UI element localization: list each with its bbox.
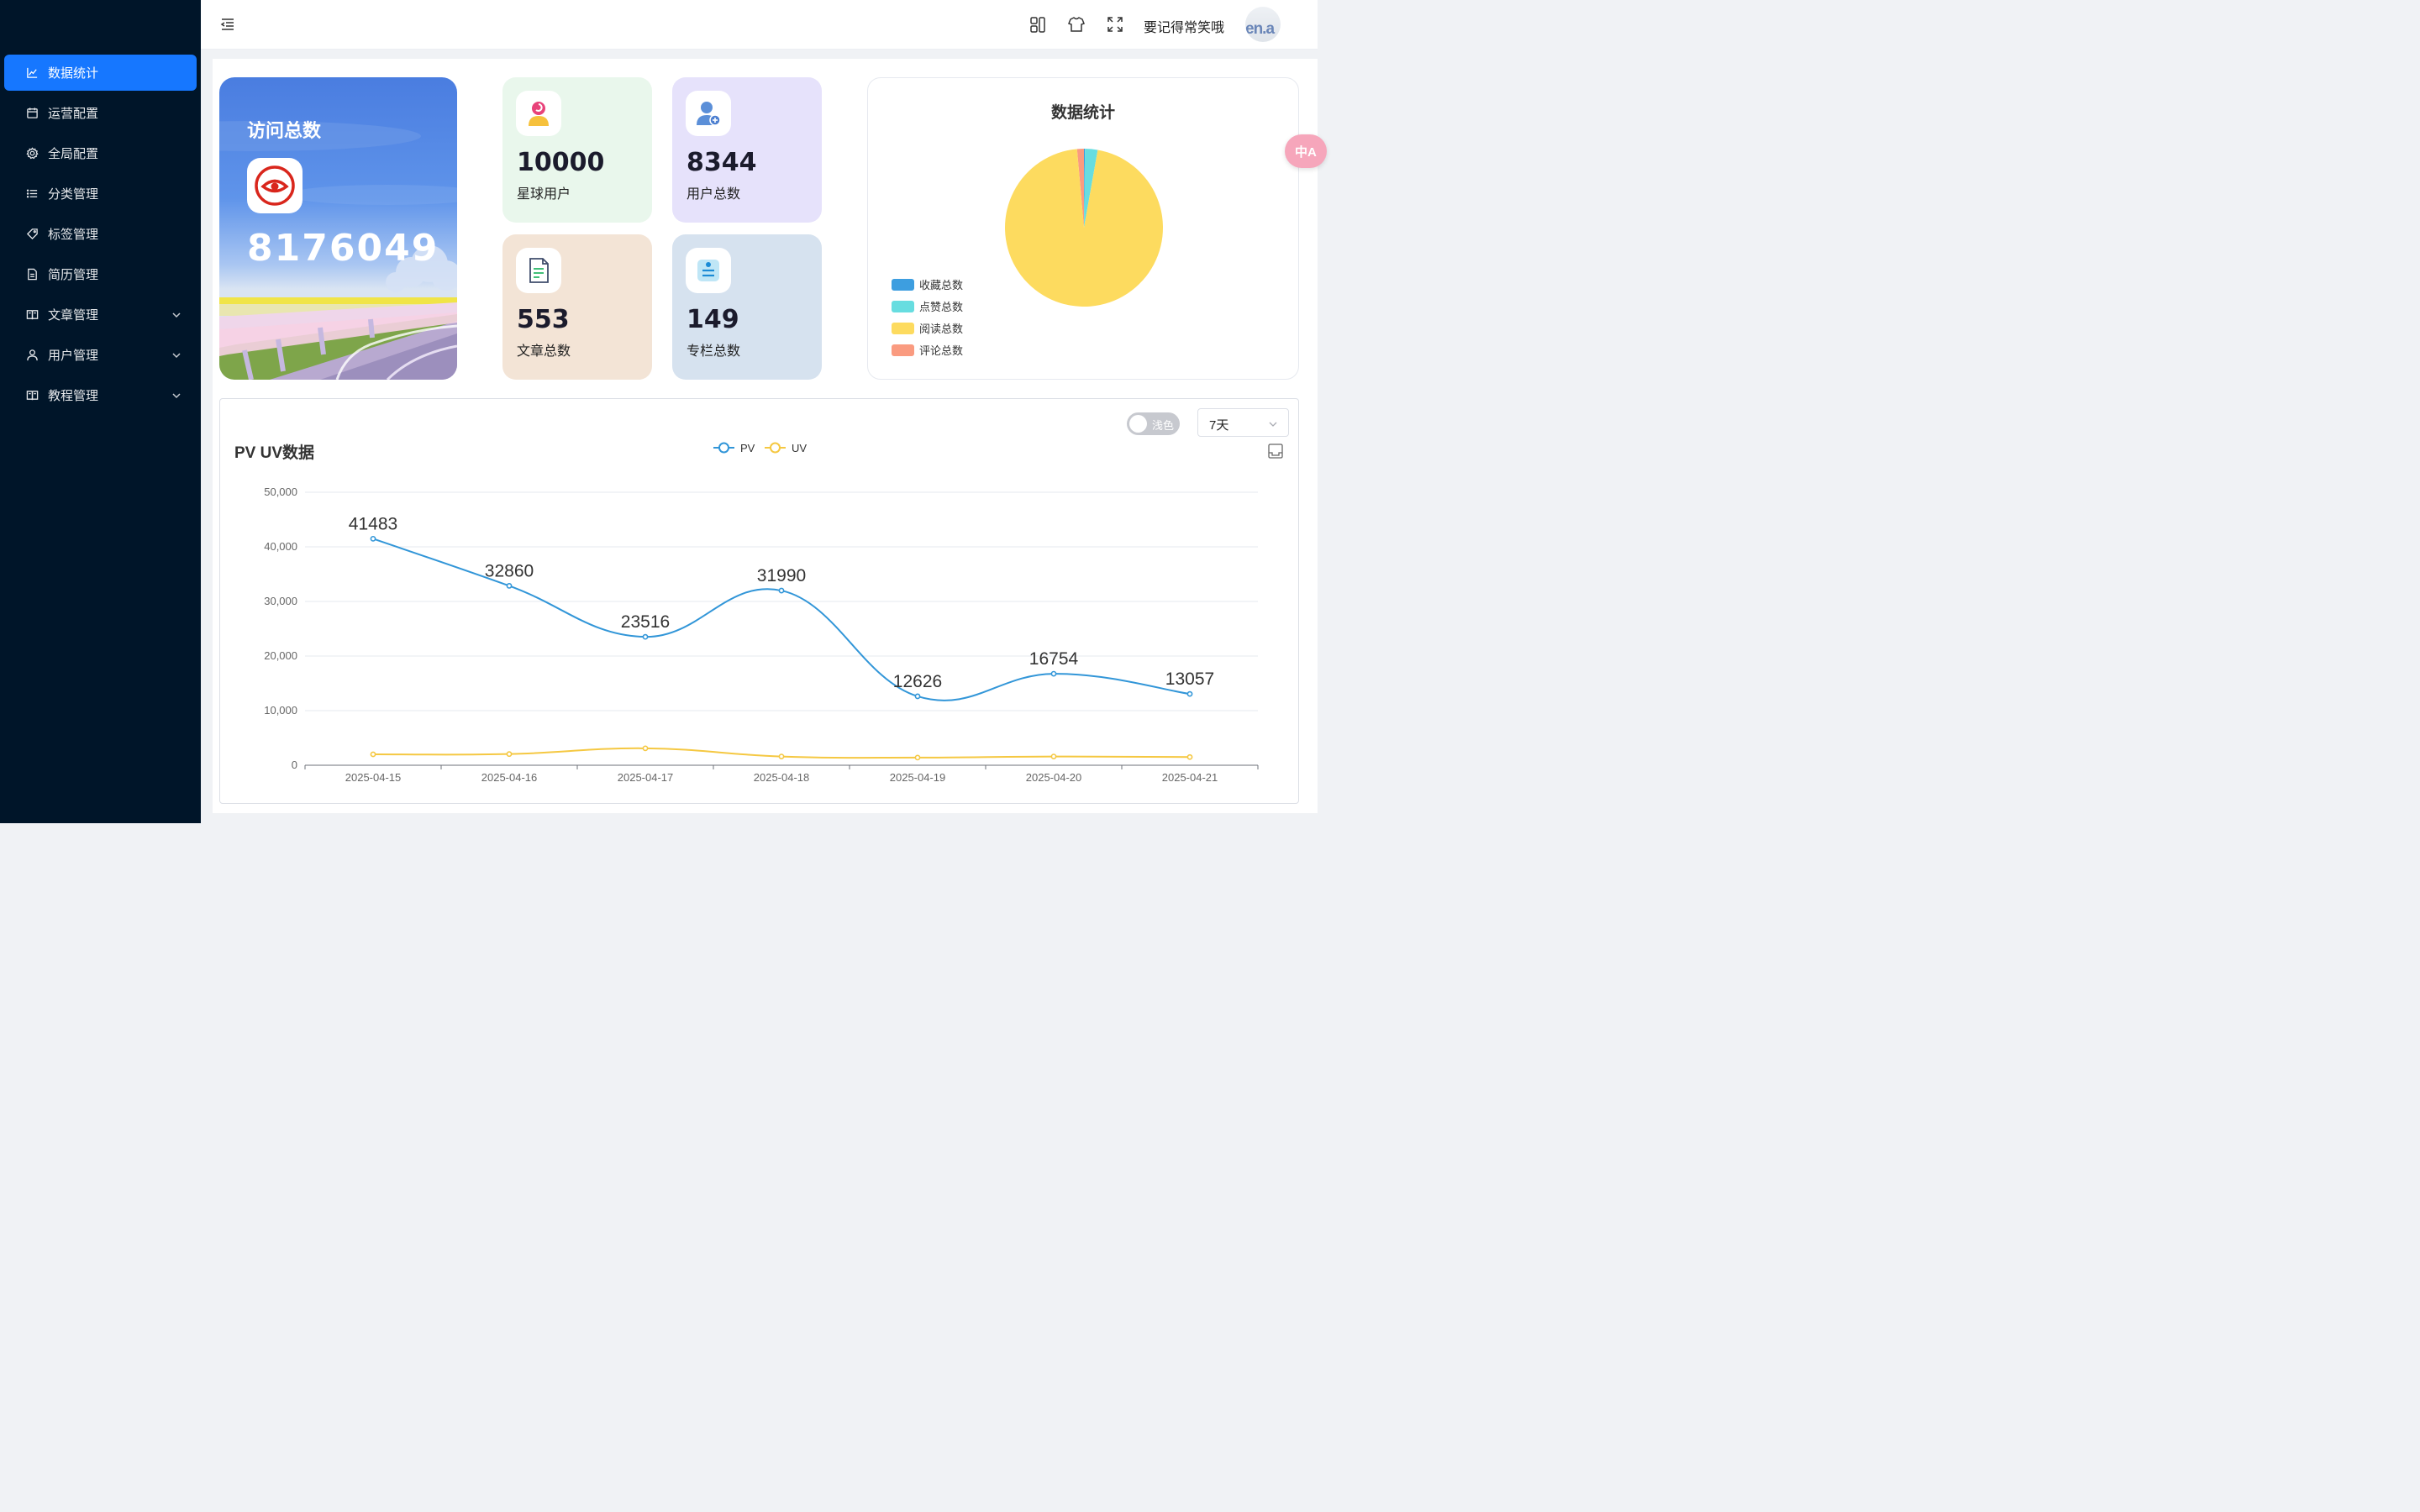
y-tick-label: 0 xyxy=(292,759,297,771)
x-tick-label: 2025-04-18 xyxy=(754,771,810,784)
data-point-UV[interactable] xyxy=(642,745,649,752)
legend-label-UV: UV xyxy=(792,442,807,454)
data-label-PV: 16754 xyxy=(1029,649,1079,669)
data-label-PV: 41483 xyxy=(349,514,397,533)
data-point-UV[interactable] xyxy=(1186,753,1193,760)
data-point-UV[interactable] xyxy=(914,754,921,761)
data-label-PV: 12626 xyxy=(893,672,942,691)
x-tick-label: 2025-04-15 xyxy=(345,771,402,784)
data-point-PV[interactable] xyxy=(370,535,376,542)
x-tick-label: 2025-04-21 xyxy=(1162,771,1218,784)
legend-label-PV: PV xyxy=(740,442,755,454)
y-tick-label: 30,000 xyxy=(264,595,297,607)
app-root: 数据统计 运营配置 全局配置 分类管理 标签管理 简历管理 文章管理 用户管理 教程管理 要记得… xyxy=(0,0,1327,823)
data-point-PV[interactable] xyxy=(506,583,513,589)
y-tick-label: 20,000 xyxy=(264,649,297,662)
data-point-PV[interactable] xyxy=(778,587,785,594)
data-point-PV[interactable] xyxy=(1186,690,1193,697)
data-label-PV: 32860 xyxy=(485,561,534,580)
y-tick-label: 50,000 xyxy=(264,486,297,498)
data-point-UV[interactable] xyxy=(778,753,785,759)
data-label-PV: 31990 xyxy=(757,566,806,585)
data-point-PV[interactable] xyxy=(914,693,921,700)
data-label-PV: 13057 xyxy=(1165,669,1214,689)
y-tick-label: 40,000 xyxy=(264,540,297,553)
data-point-PV[interactable] xyxy=(1050,670,1057,677)
legend-marker-UV[interactable] xyxy=(770,442,781,454)
x-tick-label: 2025-04-17 xyxy=(618,771,674,784)
x-tick-label: 2025-04-19 xyxy=(890,771,946,784)
data-label-PV: 23516 xyxy=(621,612,670,632)
pv-uv-line-chart: 0 10,000 20,000 30,000 40,000 50,000 2025-04-1… xyxy=(264,442,1259,784)
x-tick-label: 2025-04-16 xyxy=(481,771,538,784)
legend-marker-PV[interactable] xyxy=(718,442,729,454)
y-tick-label: 10,000 xyxy=(264,704,297,717)
data-point-UV[interactable] xyxy=(506,751,513,758)
data-point-UV[interactable] xyxy=(370,751,376,758)
data-point-UV[interactable] xyxy=(1050,753,1057,759)
data-point-PV[interactable] xyxy=(642,633,649,640)
x-tick-label: 2025-04-20 xyxy=(1026,771,1082,784)
